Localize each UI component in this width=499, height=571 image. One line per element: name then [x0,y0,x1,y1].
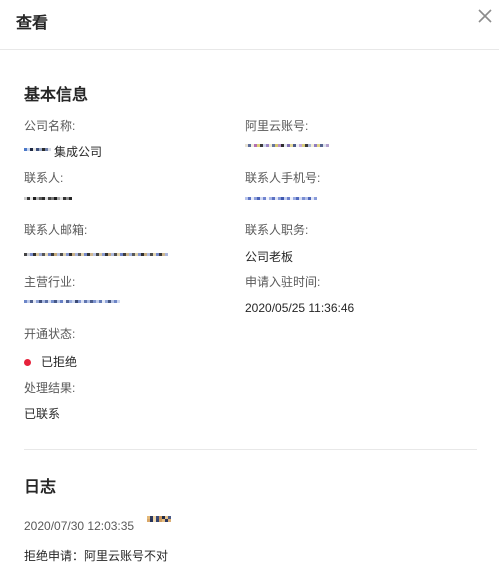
result-value: 已联系 [24,407,61,421]
redacted-text [24,253,168,265]
redacted-text [245,144,329,162]
dialog-header: 查看 [0,0,499,50]
redacted-text [24,300,120,316]
contact-position-value: 公司老板 [245,250,294,264]
contact-phone-label: 联系人手机号: [245,171,321,185]
contact-value [24,197,72,213]
apply-time-value: 2020/05/25 11:36:46 [245,301,355,315]
log-entry-time: 2020/07/30 12:03:35 [24,519,135,533]
dialog-title: 查看 [16,15,49,32]
status-text: 已拒绝 [41,355,78,369]
aliyun-account-label: 阿里云账号: [245,119,309,133]
log-entry-text: 拒绝申请：阿里云账号不对 [24,549,169,563]
status-label: 开通状态: [24,327,76,341]
industry-label: 主营行业: [24,275,76,289]
redacted-text [147,516,171,532]
redacted-text [24,197,72,213]
status-value: 已拒绝 [24,354,77,370]
aliyun-account-value [245,144,329,162]
company-name-value: 集成公司 [24,144,102,160]
contact-position-label: 联系人职务: [245,223,309,237]
contact-phone-value [245,197,317,213]
close-icon[interactable] [475,6,495,26]
contact-label: 联系人: [24,171,64,185]
company-name-label: 公司名称: [24,119,76,133]
redacted-text [24,148,54,160]
basic-info-title: 基本信息 [24,87,89,104]
contact-email-label: 联系人邮箱: [24,223,88,237]
apply-time-label: 申请入驻时间: [245,275,321,289]
section-divider [24,449,477,450]
company-name-suffix: 集成公司 [54,145,103,159]
log-title: 日志 [24,479,57,496]
industry-value [24,300,120,316]
status-dot-icon [24,358,31,366]
result-label: 处理结果: [24,381,76,395]
redacted-text [245,197,317,213]
view-dialog: 查看 基本信息 公司名称: 阿里云账号: 集成公司 联系人: 联系人手机号: 联… [0,0,499,571]
contact-email-value [24,249,168,265]
